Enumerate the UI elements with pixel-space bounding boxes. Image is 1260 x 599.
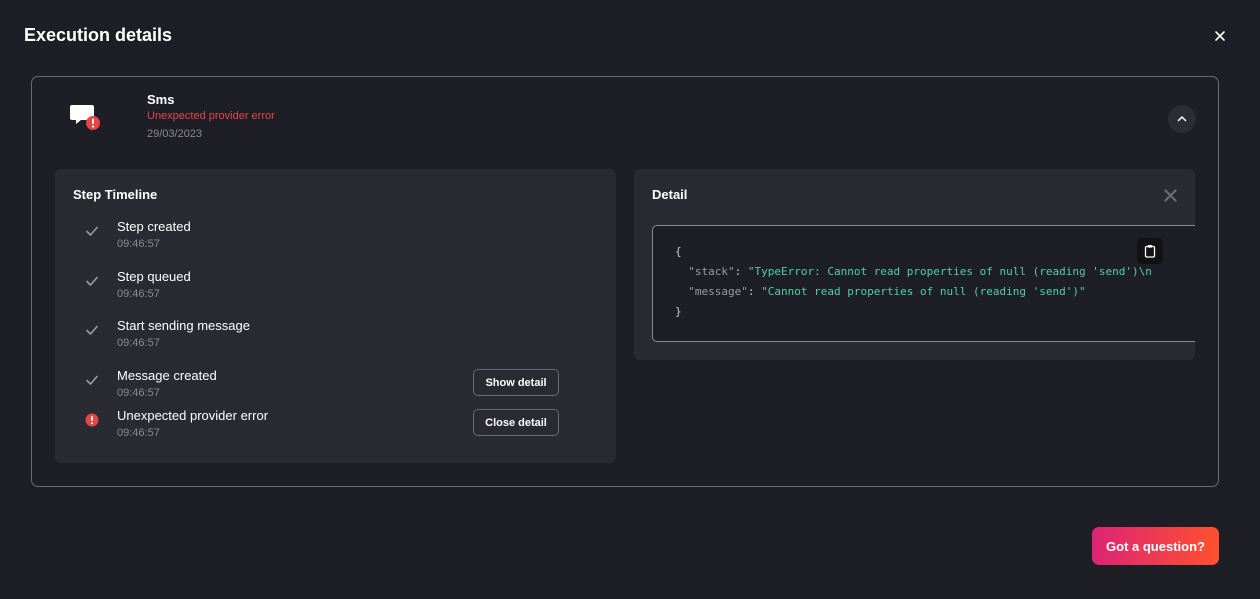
timeline-step: Start sending message 09:46:57: [55, 318, 616, 358]
step-time: 09:46:57: [117, 238, 160, 250]
chat-bubble-icon: [69, 101, 103, 135]
json-code-block: { "stack": "TypeError: Cannot read prope…: [652, 225, 1195, 342]
channel-error-text: Unexpected provider error: [147, 110, 275, 122]
channel-date: 29/03/2023: [147, 128, 203, 140]
step-label: Unexpected provider error: [117, 408, 269, 423]
json-key-message: "message": [688, 285, 748, 298]
close-modal-button[interactable]: [1209, 25, 1231, 47]
check-icon: [84, 322, 100, 338]
clipboard-icon: [1144, 245, 1156, 258]
step-time: 09:46:57: [117, 288, 160, 300]
check-icon: [84, 223, 100, 239]
detail-close-button[interactable]: [1162, 187, 1178, 203]
step-label: Message created: [117, 368, 217, 383]
step-time: 09:46:57: [117, 427, 160, 439]
step-label: Step queued: [117, 269, 191, 284]
close-detail-button[interactable]: Close detail: [473, 409, 559, 436]
check-icon: [84, 372, 100, 388]
step-label: Start sending message: [117, 318, 250, 333]
close-icon: [1163, 188, 1177, 202]
copy-button[interactable]: [1137, 238, 1163, 264]
execution-card: Sms Unexpected provider error 29/03/2023…: [31, 76, 1219, 487]
check-icon: [84, 273, 100, 289]
step-timeline-title: Step Timeline: [73, 187, 158, 202]
step-time: 09:46:57: [117, 337, 160, 349]
json-value-message: "Cannot read properties of null (reading…: [761, 285, 1086, 298]
json-key-stack: "stack": [688, 265, 735, 278]
json-value-stack: "TypeError: Cannot read properties of nu…: [747, 265, 1177, 278]
timeline-step: Step created 09:46:57: [55, 219, 616, 259]
error-badge-icon: [86, 116, 100, 130]
json-close-brace: }: [675, 305, 682, 318]
channel-name: Sms: [147, 92, 175, 107]
step-time: 09:46:57: [117, 387, 160, 399]
step-timeline-panel: Step Timeline Step created 09:46:57 Step…: [55, 169, 616, 463]
show-detail-button[interactable]: Show detail: [473, 369, 559, 396]
step-label: Step created: [117, 219, 191, 234]
detail-title: Detail: [652, 187, 688, 202]
detail-panel: Detail { "stack": "TypeError: Cannot rea…: [634, 169, 1195, 360]
chevron-up-icon: [1177, 116, 1187, 122]
got-a-question-button[interactable]: Got a question?: [1092, 527, 1219, 565]
error-icon: [84, 412, 100, 428]
close-icon: [1215, 31, 1225, 41]
collapse-button[interactable]: [1168, 105, 1196, 133]
timeline-step: Step queued 09:46:57: [55, 269, 616, 309]
json-code: { "stack": "TypeError: Cannot read prope…: [675, 242, 1177, 322]
modal-title: Execution details: [24, 25, 173, 45]
json-open-brace: {: [675, 245, 682, 258]
